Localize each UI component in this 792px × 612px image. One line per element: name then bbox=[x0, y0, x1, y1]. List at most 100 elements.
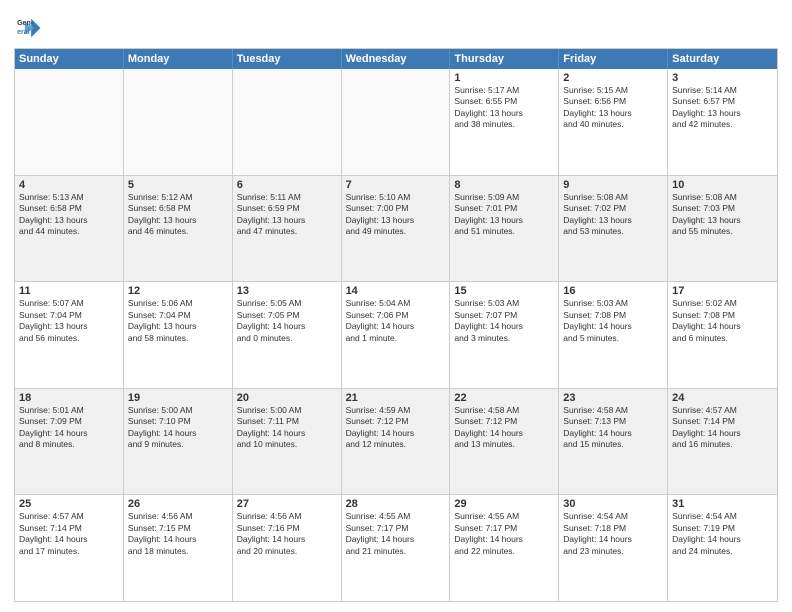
cal-cell-day-28: 28Sunrise: 4:55 AM Sunset: 7:17 PM Dayli… bbox=[342, 495, 451, 601]
calendar-page: Gen- eral SundayMondayTuesdayWednesdayTh… bbox=[0, 0, 792, 612]
day-number: 27 bbox=[237, 498, 337, 510]
cell-info: Sunrise: 5:03 AM Sunset: 7:08 PM Dayligh… bbox=[563, 298, 663, 344]
day-number: 1 bbox=[454, 72, 554, 84]
cell-info: Sunrise: 4:55 AM Sunset: 7:17 PM Dayligh… bbox=[346, 511, 446, 557]
svg-text:Gen-: Gen- bbox=[17, 20, 34, 27]
cal-header-wednesday: Wednesday bbox=[342, 49, 451, 69]
cal-cell-day-17: 17Sunrise: 5:02 AM Sunset: 7:08 PM Dayli… bbox=[668, 282, 777, 388]
cell-info: Sunrise: 4:55 AM Sunset: 7:17 PM Dayligh… bbox=[454, 511, 554, 557]
day-number: 4 bbox=[19, 179, 119, 191]
day-number: 28 bbox=[346, 498, 446, 510]
cell-info: Sunrise: 5:04 AM Sunset: 7:06 PM Dayligh… bbox=[346, 298, 446, 344]
cal-cell-day-11: 11Sunrise: 5:07 AM Sunset: 7:04 PM Dayli… bbox=[15, 282, 124, 388]
cell-info: Sunrise: 5:06 AM Sunset: 7:04 PM Dayligh… bbox=[128, 298, 228, 344]
cell-info: Sunrise: 5:03 AM Sunset: 7:07 PM Dayligh… bbox=[454, 298, 554, 344]
day-number: 23 bbox=[563, 392, 663, 404]
cal-header-thursday: Thursday bbox=[450, 49, 559, 69]
cal-cell-empty bbox=[15, 69, 124, 175]
day-number: 19 bbox=[128, 392, 228, 404]
cal-week-2: 4Sunrise: 5:13 AM Sunset: 6:58 PM Daylig… bbox=[15, 176, 777, 283]
day-number: 20 bbox=[237, 392, 337, 404]
day-number: 7 bbox=[346, 179, 446, 191]
day-number: 12 bbox=[128, 285, 228, 297]
day-number: 25 bbox=[19, 498, 119, 510]
day-number: 14 bbox=[346, 285, 446, 297]
cal-cell-day-15: 15Sunrise: 5:03 AM Sunset: 7:07 PM Dayli… bbox=[450, 282, 559, 388]
cell-info: Sunrise: 5:05 AM Sunset: 7:05 PM Dayligh… bbox=[237, 298, 337, 344]
day-number: 10 bbox=[672, 179, 773, 191]
day-number: 18 bbox=[19, 392, 119, 404]
cal-cell-day-31: 31Sunrise: 4:54 AM Sunset: 7:19 PM Dayli… bbox=[668, 495, 777, 601]
cell-info: Sunrise: 5:10 AM Sunset: 7:00 PM Dayligh… bbox=[346, 192, 446, 238]
cell-info: Sunrise: 5:08 AM Sunset: 7:02 PM Dayligh… bbox=[563, 192, 663, 238]
cal-cell-day-12: 12Sunrise: 5:06 AM Sunset: 7:04 PM Dayli… bbox=[124, 282, 233, 388]
calendar-body: 1Sunrise: 5:17 AM Sunset: 6:55 PM Daylig… bbox=[15, 69, 777, 601]
day-number: 24 bbox=[672, 392, 773, 404]
cal-cell-day-30: 30Sunrise: 4:54 AM Sunset: 7:18 PM Dayli… bbox=[559, 495, 668, 601]
cell-info: Sunrise: 5:00 AM Sunset: 7:10 PM Dayligh… bbox=[128, 405, 228, 451]
svg-text:eral: eral bbox=[17, 29, 30, 36]
day-number: 26 bbox=[128, 498, 228, 510]
cal-cell-day-18: 18Sunrise: 5:01 AM Sunset: 7:09 PM Dayli… bbox=[15, 389, 124, 495]
cell-info: Sunrise: 4:54 AM Sunset: 7:19 PM Dayligh… bbox=[672, 511, 773, 557]
day-number: 31 bbox=[672, 498, 773, 510]
cal-cell-day-29: 29Sunrise: 4:55 AM Sunset: 7:17 PM Dayli… bbox=[450, 495, 559, 601]
day-number: 11 bbox=[19, 285, 119, 297]
cal-header-saturday: Saturday bbox=[668, 49, 777, 69]
cal-cell-day-2: 2Sunrise: 5:15 AM Sunset: 6:56 PM Daylig… bbox=[559, 69, 668, 175]
logo: Gen- eral bbox=[14, 14, 46, 42]
cal-cell-day-16: 16Sunrise: 5:03 AM Sunset: 7:08 PM Dayli… bbox=[559, 282, 668, 388]
cell-info: Sunrise: 5:09 AM Sunset: 7:01 PM Dayligh… bbox=[454, 192, 554, 238]
cal-cell-day-5: 5Sunrise: 5:12 AM Sunset: 6:58 PM Daylig… bbox=[124, 176, 233, 282]
cal-cell-empty bbox=[124, 69, 233, 175]
cal-cell-day-8: 8Sunrise: 5:09 AM Sunset: 7:01 PM Daylig… bbox=[450, 176, 559, 282]
cal-cell-day-1: 1Sunrise: 5:17 AM Sunset: 6:55 PM Daylig… bbox=[450, 69, 559, 175]
cal-header-sunday: Sunday bbox=[15, 49, 124, 69]
cell-info: Sunrise: 5:12 AM Sunset: 6:58 PM Dayligh… bbox=[128, 192, 228, 238]
cell-info: Sunrise: 4:58 AM Sunset: 7:12 PM Dayligh… bbox=[454, 405, 554, 451]
day-number: 17 bbox=[672, 285, 773, 297]
header: Gen- eral bbox=[14, 10, 778, 42]
cal-cell-empty bbox=[342, 69, 451, 175]
day-number: 30 bbox=[563, 498, 663, 510]
cal-cell-day-23: 23Sunrise: 4:58 AM Sunset: 7:13 PM Dayli… bbox=[559, 389, 668, 495]
cell-info: Sunrise: 5:02 AM Sunset: 7:08 PM Dayligh… bbox=[672, 298, 773, 344]
cal-cell-day-19: 19Sunrise: 5:00 AM Sunset: 7:10 PM Dayli… bbox=[124, 389, 233, 495]
cal-cell-day-25: 25Sunrise: 4:57 AM Sunset: 7:14 PM Dayli… bbox=[15, 495, 124, 601]
cell-info: Sunrise: 5:17 AM Sunset: 6:55 PM Dayligh… bbox=[454, 85, 554, 131]
cal-week-3: 11Sunrise: 5:07 AM Sunset: 7:04 PM Dayli… bbox=[15, 282, 777, 389]
cell-info: Sunrise: 4:59 AM Sunset: 7:12 PM Dayligh… bbox=[346, 405, 446, 451]
cal-week-1: 1Sunrise: 5:17 AM Sunset: 6:55 PM Daylig… bbox=[15, 69, 777, 176]
day-number: 13 bbox=[237, 285, 337, 297]
cal-cell-day-7: 7Sunrise: 5:10 AM Sunset: 7:00 PM Daylig… bbox=[342, 176, 451, 282]
cell-info: Sunrise: 5:14 AM Sunset: 6:57 PM Dayligh… bbox=[672, 85, 773, 131]
cal-cell-day-13: 13Sunrise: 5:05 AM Sunset: 7:05 PM Dayli… bbox=[233, 282, 342, 388]
cell-info: Sunrise: 4:56 AM Sunset: 7:16 PM Dayligh… bbox=[237, 511, 337, 557]
cal-header-tuesday: Tuesday bbox=[233, 49, 342, 69]
cal-cell-day-21: 21Sunrise: 4:59 AM Sunset: 7:12 PM Dayli… bbox=[342, 389, 451, 495]
cell-info: Sunrise: 5:00 AM Sunset: 7:11 PM Dayligh… bbox=[237, 405, 337, 451]
day-number: 9 bbox=[563, 179, 663, 191]
day-number: 15 bbox=[454, 285, 554, 297]
cal-cell-day-20: 20Sunrise: 5:00 AM Sunset: 7:11 PM Dayli… bbox=[233, 389, 342, 495]
cal-cell-day-6: 6Sunrise: 5:11 AM Sunset: 6:59 PM Daylig… bbox=[233, 176, 342, 282]
day-number: 8 bbox=[454, 179, 554, 191]
cell-info: Sunrise: 4:57 AM Sunset: 7:14 PM Dayligh… bbox=[19, 511, 119, 557]
day-number: 6 bbox=[237, 179, 337, 191]
cal-cell-day-24: 24Sunrise: 4:57 AM Sunset: 7:14 PM Dayli… bbox=[668, 389, 777, 495]
cell-info: Sunrise: 5:13 AM Sunset: 6:58 PM Dayligh… bbox=[19, 192, 119, 238]
day-number: 2 bbox=[563, 72, 663, 84]
day-number: 16 bbox=[563, 285, 663, 297]
cell-info: Sunrise: 4:56 AM Sunset: 7:15 PM Dayligh… bbox=[128, 511, 228, 557]
cal-week-5: 25Sunrise: 4:57 AM Sunset: 7:14 PM Dayli… bbox=[15, 495, 777, 601]
cal-header-monday: Monday bbox=[124, 49, 233, 69]
cal-cell-day-14: 14Sunrise: 5:04 AM Sunset: 7:06 PM Dayli… bbox=[342, 282, 451, 388]
cell-info: Sunrise: 5:01 AM Sunset: 7:09 PM Dayligh… bbox=[19, 405, 119, 451]
cal-cell-day-26: 26Sunrise: 4:56 AM Sunset: 7:15 PM Dayli… bbox=[124, 495, 233, 601]
cal-cell-day-4: 4Sunrise: 5:13 AM Sunset: 6:58 PM Daylig… bbox=[15, 176, 124, 282]
cell-info: Sunrise: 4:57 AM Sunset: 7:14 PM Dayligh… bbox=[672, 405, 773, 451]
cal-week-4: 18Sunrise: 5:01 AM Sunset: 7:09 PM Dayli… bbox=[15, 389, 777, 496]
cell-info: Sunrise: 5:08 AM Sunset: 7:03 PM Dayligh… bbox=[672, 192, 773, 238]
cal-cell-day-10: 10Sunrise: 5:08 AM Sunset: 7:03 PM Dayli… bbox=[668, 176, 777, 282]
calendar: SundayMondayTuesdayWednesdayThursdayFrid… bbox=[14, 48, 778, 602]
